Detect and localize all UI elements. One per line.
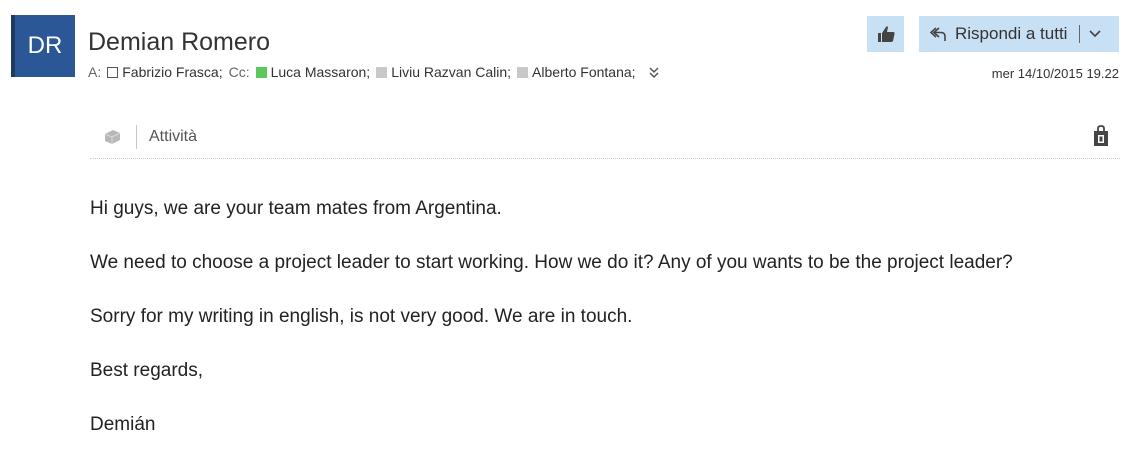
recipients-line: A: Fabrizio Frasca; Cc: Luca Massaron; L… xyxy=(88,64,660,80)
reply-all-button[interactable]: Rispondi a tutti xyxy=(919,16,1119,52)
activity-bar: Attività xyxy=(90,118,1120,159)
recipient-cc[interactable]: Luca Massaron; xyxy=(271,64,371,80)
message-date: mer 14/10/2015 19.22 xyxy=(991,66,1119,81)
reply-all-label: Rispondi a tutti xyxy=(955,24,1068,43)
cc-label: Cc: xyxy=(228,64,250,80)
recipient-to[interactable]: Fabrizio Frasca; xyxy=(122,64,222,80)
avatar-initials: DR xyxy=(15,15,75,77)
recipient-cc[interactable]: Liviu Razvan Calin; xyxy=(391,64,511,80)
presence-indicator xyxy=(376,66,388,78)
chevron-double-down-icon[interactable] xyxy=(648,65,660,79)
thumbs-up-icon xyxy=(877,26,895,42)
message-paragraph: Hi guys, we are your team mates from Arg… xyxy=(90,198,502,219)
sender-name[interactable]: Demian Romero xyxy=(88,28,270,57)
presence-indicator xyxy=(107,66,119,78)
avatar[interactable]: DR xyxy=(11,15,75,77)
email-reading-pane: DR Demian Romero A: Fabrizio Frasca; Cc:… xyxy=(0,0,1130,458)
message-paragraph: Sorry for my writing in english, is not … xyxy=(90,306,633,327)
store-bag-icon[interactable] xyxy=(1092,125,1110,147)
activity-divider xyxy=(136,125,137,149)
like-button[interactable] xyxy=(867,16,904,52)
activity-tab[interactable]: Attività xyxy=(149,128,197,146)
addin-icon[interactable] xyxy=(102,127,122,147)
message-paragraph: We need to choose a project leader to st… xyxy=(90,252,1013,273)
chevron-down-icon[interactable] xyxy=(1088,27,1102,41)
message-signature: Demián xyxy=(90,414,156,435)
message-paragraph: Best regards, xyxy=(90,360,203,381)
message-body: Hi guys, we are your team mates from Arg… xyxy=(90,198,1013,458)
button-divider xyxy=(1079,25,1081,43)
reply-all-icon xyxy=(929,27,946,41)
to-label: A: xyxy=(88,64,102,80)
presence-indicator xyxy=(517,66,529,78)
recipient-cc[interactable]: Alberto Fontana; xyxy=(532,64,636,80)
presence-indicator xyxy=(255,66,267,78)
